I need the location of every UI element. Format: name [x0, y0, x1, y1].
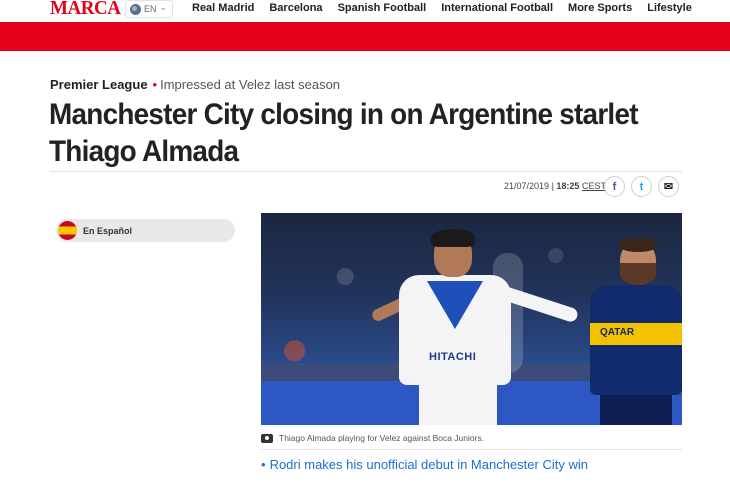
- related-bullet: •: [261, 457, 266, 472]
- player-hair: [431, 229, 475, 247]
- nav-item-real-madrid[interactable]: Real Madrid: [192, 2, 254, 14]
- article-headline: Manchester City closing in on Argentine …: [49, 98, 639, 168]
- player-hair: [618, 238, 658, 252]
- facebook-icon: f: [612, 180, 617, 193]
- player-beard: [620, 263, 656, 285]
- category-label[interactable]: Premier League: [50, 77, 148, 92]
- timezone: CEST: [581, 181, 606, 191]
- nav-item-international-football[interactable]: International Football: [441, 2, 553, 14]
- email-icon: ✉: [663, 181, 674, 193]
- top-navigation: MARCA EN ⌄ Real Madrid Barcelona Spanish…: [0, 0, 730, 22]
- player-shorts: [419, 383, 497, 425]
- article-subtitle: Impressed at Velez last season: [160, 77, 341, 92]
- photo-caption: Thiago Almada playing for Velez against …: [261, 433, 484, 443]
- related-article-link[interactable]: • Rodri makes his unofficial debut in Man…: [261, 457, 588, 472]
- velez-v-stripe: [427, 281, 483, 329]
- globe-icon: [130, 3, 141, 15]
- twitter-share-button[interactable]: t: [631, 176, 652, 197]
- meta-separator: |: [551, 181, 554, 191]
- chevron-down-icon: ⌄: [159, 1, 168, 12]
- article-meta: 21/07/2019 | 18:25 CEST: [504, 181, 606, 191]
- main-nav: Real Madrid Barcelona Spanish Football I…: [192, 2, 707, 14]
- spain-flag-icon: [58, 221, 77, 240]
- shirt-sponsor: QATAR: [600, 327, 635, 338]
- player-shorts: [600, 391, 672, 425]
- article-photo: HITACHI QATAR: [261, 213, 682, 425]
- divider: [50, 171, 682, 172]
- nav-item-more-sports[interactable]: More Sports: [568, 2, 632, 14]
- nav-item-barcelona[interactable]: Barcelona: [269, 2, 322, 14]
- spanish-link-label: En Español: [83, 225, 133, 236]
- article-kicker: Premier League • Impressed at Velez last s…: [50, 77, 340, 92]
- related-article-title: Rodri makes his unofficial debut in Manc…: [269, 457, 588, 472]
- language-label: EN: [144, 4, 157, 14]
- twitter-icon: t: [639, 180, 644, 193]
- caption-text: Thiago Almada playing for Velez against …: [279, 433, 485, 443]
- red-banner: [0, 22, 730, 51]
- spanish-version-link[interactable]: En Español: [56, 219, 235, 242]
- nav-item-spanish-football[interactable]: Spanish Football: [338, 2, 427, 14]
- marca-logo[interactable]: MARCA: [50, 0, 121, 20]
- boca-player: QATAR: [586, 238, 682, 425]
- velez-player: HITACHI: [370, 229, 580, 425]
- nav-item-lifestyle[interactable]: Lifestyle: [647, 2, 692, 14]
- language-selector[interactable]: EN ⌄: [125, 0, 173, 18]
- shirt-sponsor: HITACHI: [429, 351, 477, 363]
- publish-time: 18:25: [556, 181, 580, 191]
- email-share-button[interactable]: ✉: [658, 176, 679, 197]
- facebook-share-button[interactable]: f: [604, 176, 625, 197]
- camera-icon: [261, 433, 273, 443]
- kicker-bullet: •: [152, 77, 158, 92]
- publish-date: 21/07/2019: [504, 181, 550, 191]
- caption-divider: [261, 449, 682, 450]
